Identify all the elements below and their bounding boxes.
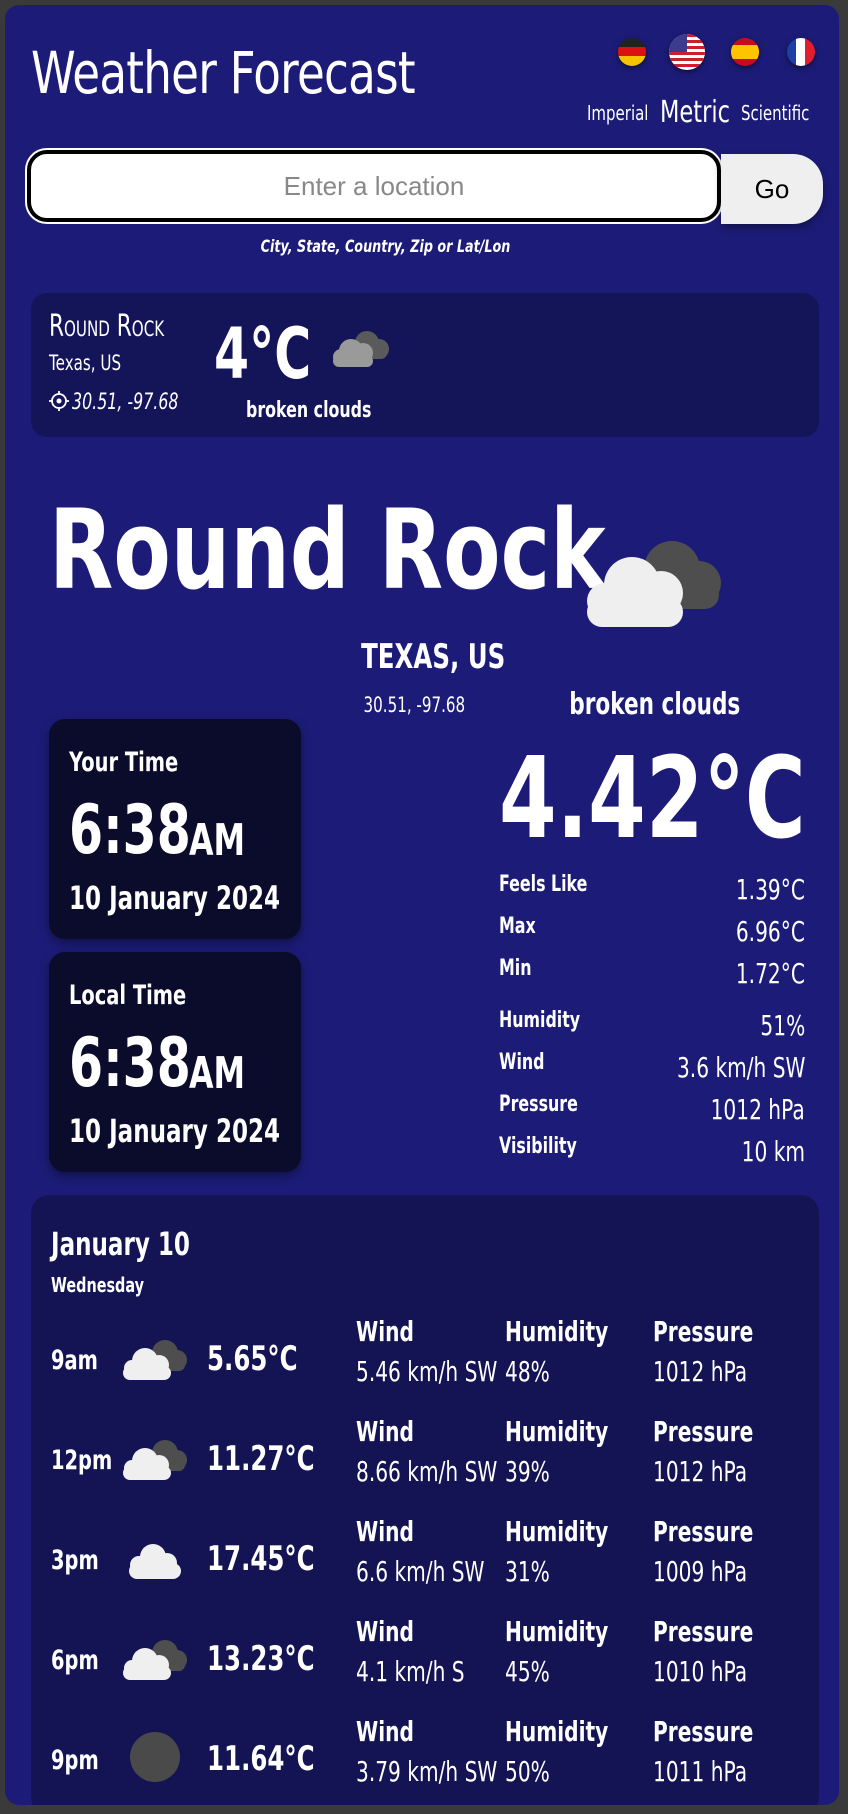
forecast-pressure: 1009 hPa [653,1555,748,1588]
forecast-row: 12pm 11.27°C Wind 8.66 km/h SW Humidity 39% Pr… [31,1415,819,1515]
pressure-label: Pressure [653,1615,754,1648]
forecast-temp: 13.23°C [207,1639,315,1679]
app-frame: Weather Forecast Imperial Metric Scienti… [5,5,839,1805]
detail-humidity: Humidity 51% [499,1008,805,1042]
location-target-icon [49,391,71,413]
humidity-label: Humidity [505,1315,609,1348]
detail-visibility: Visibility 10 km [499,1134,805,1168]
unit-scientific[interactable]: Scientific [741,101,809,125]
local-time-date: 10 January 2024 [69,1112,281,1150]
your-time-card: Your Time 6:38 AM 10 January 2024 [49,719,301,939]
unit-metric[interactable]: Metric [660,95,730,130]
summary-city: Round Rock [49,309,165,344]
summary-region: Texas, US [49,351,122,375]
wind-label: Wind [356,1515,414,1548]
forecast-humidity: 48% [505,1355,550,1388]
forecast-pressure: 1011 hPa [653,1755,748,1788]
forecast-pressure: 1010 hPa [653,1655,748,1688]
french-flag-icon[interactable] [787,38,815,66]
current-condition: broken clouds [569,687,741,722]
broken-clouds-icon [119,1335,191,1390]
wind-label: Wind [356,1415,414,1448]
forecast-humidity: 50% [505,1755,550,1788]
forecast-row: 6pm 13.23°C Wind 4.1 km/h S Humidity 45% Press… [31,1615,819,1715]
spanish-flag-icon[interactable] [731,38,759,66]
detail-pressure: Pressure 1012 hPa [499,1092,805,1126]
detail-wind: Wind 3.6 km/h SW [499,1050,805,1084]
broken-clouds-icon [119,1635,191,1690]
wind-label: Wind [356,1315,414,1348]
broken-clouds-icon [329,327,391,376]
forecast-humidity: 39% [505,1455,550,1488]
forecast-wind: 4.1 km/h S [356,1655,465,1688]
wind-label: Wind [356,1615,414,1648]
forecast-temp: 11.64°C [207,1739,315,1779]
forecast-temp: 11.27°C [207,1439,315,1479]
forecast-time: 9pm [51,1745,99,1776]
current-region: TEXAS, US [361,637,506,677]
local-time-ampm: AM [189,1048,246,1099]
forecast-row: 9am 5.65°C Wind 5.46 km/h SW Humidity 48% Pres… [31,1315,819,1415]
current-coords: 30.51, -97.68 [363,693,465,717]
hourly-forecast-panel: January 10 Wednesday 9am 5.65°C Wind 5.46 k… [31,1195,819,1805]
humidity-label: Humidity [505,1515,609,1548]
large-broken-clouds-icon [577,531,727,636]
forecast-humidity: 31% [505,1555,550,1588]
current-details: Feels Like 1.39°C Max 6.96°C Min 1.72°C … [499,869,805,1173]
forecast-time: 9am [51,1345,98,1376]
forecast-date: January 10 [51,1225,190,1263]
german-flag-icon[interactable] [618,38,646,66]
app-title: Weather Forecast [31,39,416,107]
forecast-row: 3pm 17.45°C Wind 6.6 km/h SW Humidity 31% Pres… [31,1515,819,1615]
current-temp: 4.42°C [499,734,806,864]
local-time-card: Local Time 6:38 AM 10 January 2024 [49,952,301,1172]
forecast-humidity: 45% [505,1655,550,1688]
search-bar: Go [27,150,823,226]
forecast-temp: 5.65°C [207,1339,298,1379]
forecast-time: 6pm [51,1645,99,1676]
detail-max: Max 6.96°C [499,914,805,948]
forecast-time: 3pm [51,1545,99,1576]
forecast-temp: 17.45°C [207,1539,315,1579]
your-time-ampm: AM [189,815,246,866]
detail-min: Min 1.72°C [499,956,805,990]
go-button[interactable]: Go [721,154,823,224]
search-input[interactable] [27,150,721,222]
location-summary-card[interactable]: Round Rock Texas, US 30.51, -97.68 4°C b… [31,293,819,437]
pressure-label: Pressure [653,1315,754,1348]
summary-coords: 30.51, -97.68 [72,390,179,415]
moon-icon [119,1729,191,1790]
unit-imperial[interactable]: Imperial [587,101,648,125]
cloud-icon [119,1535,191,1590]
humidity-label: Humidity [505,1415,609,1448]
broken-clouds-icon [119,1435,191,1490]
humidity-label: Humidity [505,1715,609,1748]
your-time-date: 10 January 2024 [69,879,281,917]
pressure-label: Pressure [653,1515,754,1548]
detail-feels-like: Feels Like 1.39°C [499,872,805,906]
forecast-weekday: Wednesday [51,1273,145,1297]
forecast-pressure: 1012 hPa [653,1455,748,1488]
humidity-label: Humidity [505,1615,609,1648]
pressure-label: Pressure [653,1415,754,1448]
forecast-row: 9pm 11.64°C Wind 3.79 km/h SW Humidity 50% Pre… [31,1715,819,1805]
search-hint: City, State, Country, Zip or Lat/Lon [260,237,510,257]
us-flag-icon[interactable] [669,34,705,70]
pressure-label: Pressure [653,1715,754,1748]
forecast-pressure: 1012 hPa [653,1355,748,1388]
summary-condition: broken clouds [246,398,372,423]
wind-label: Wind [356,1715,414,1748]
